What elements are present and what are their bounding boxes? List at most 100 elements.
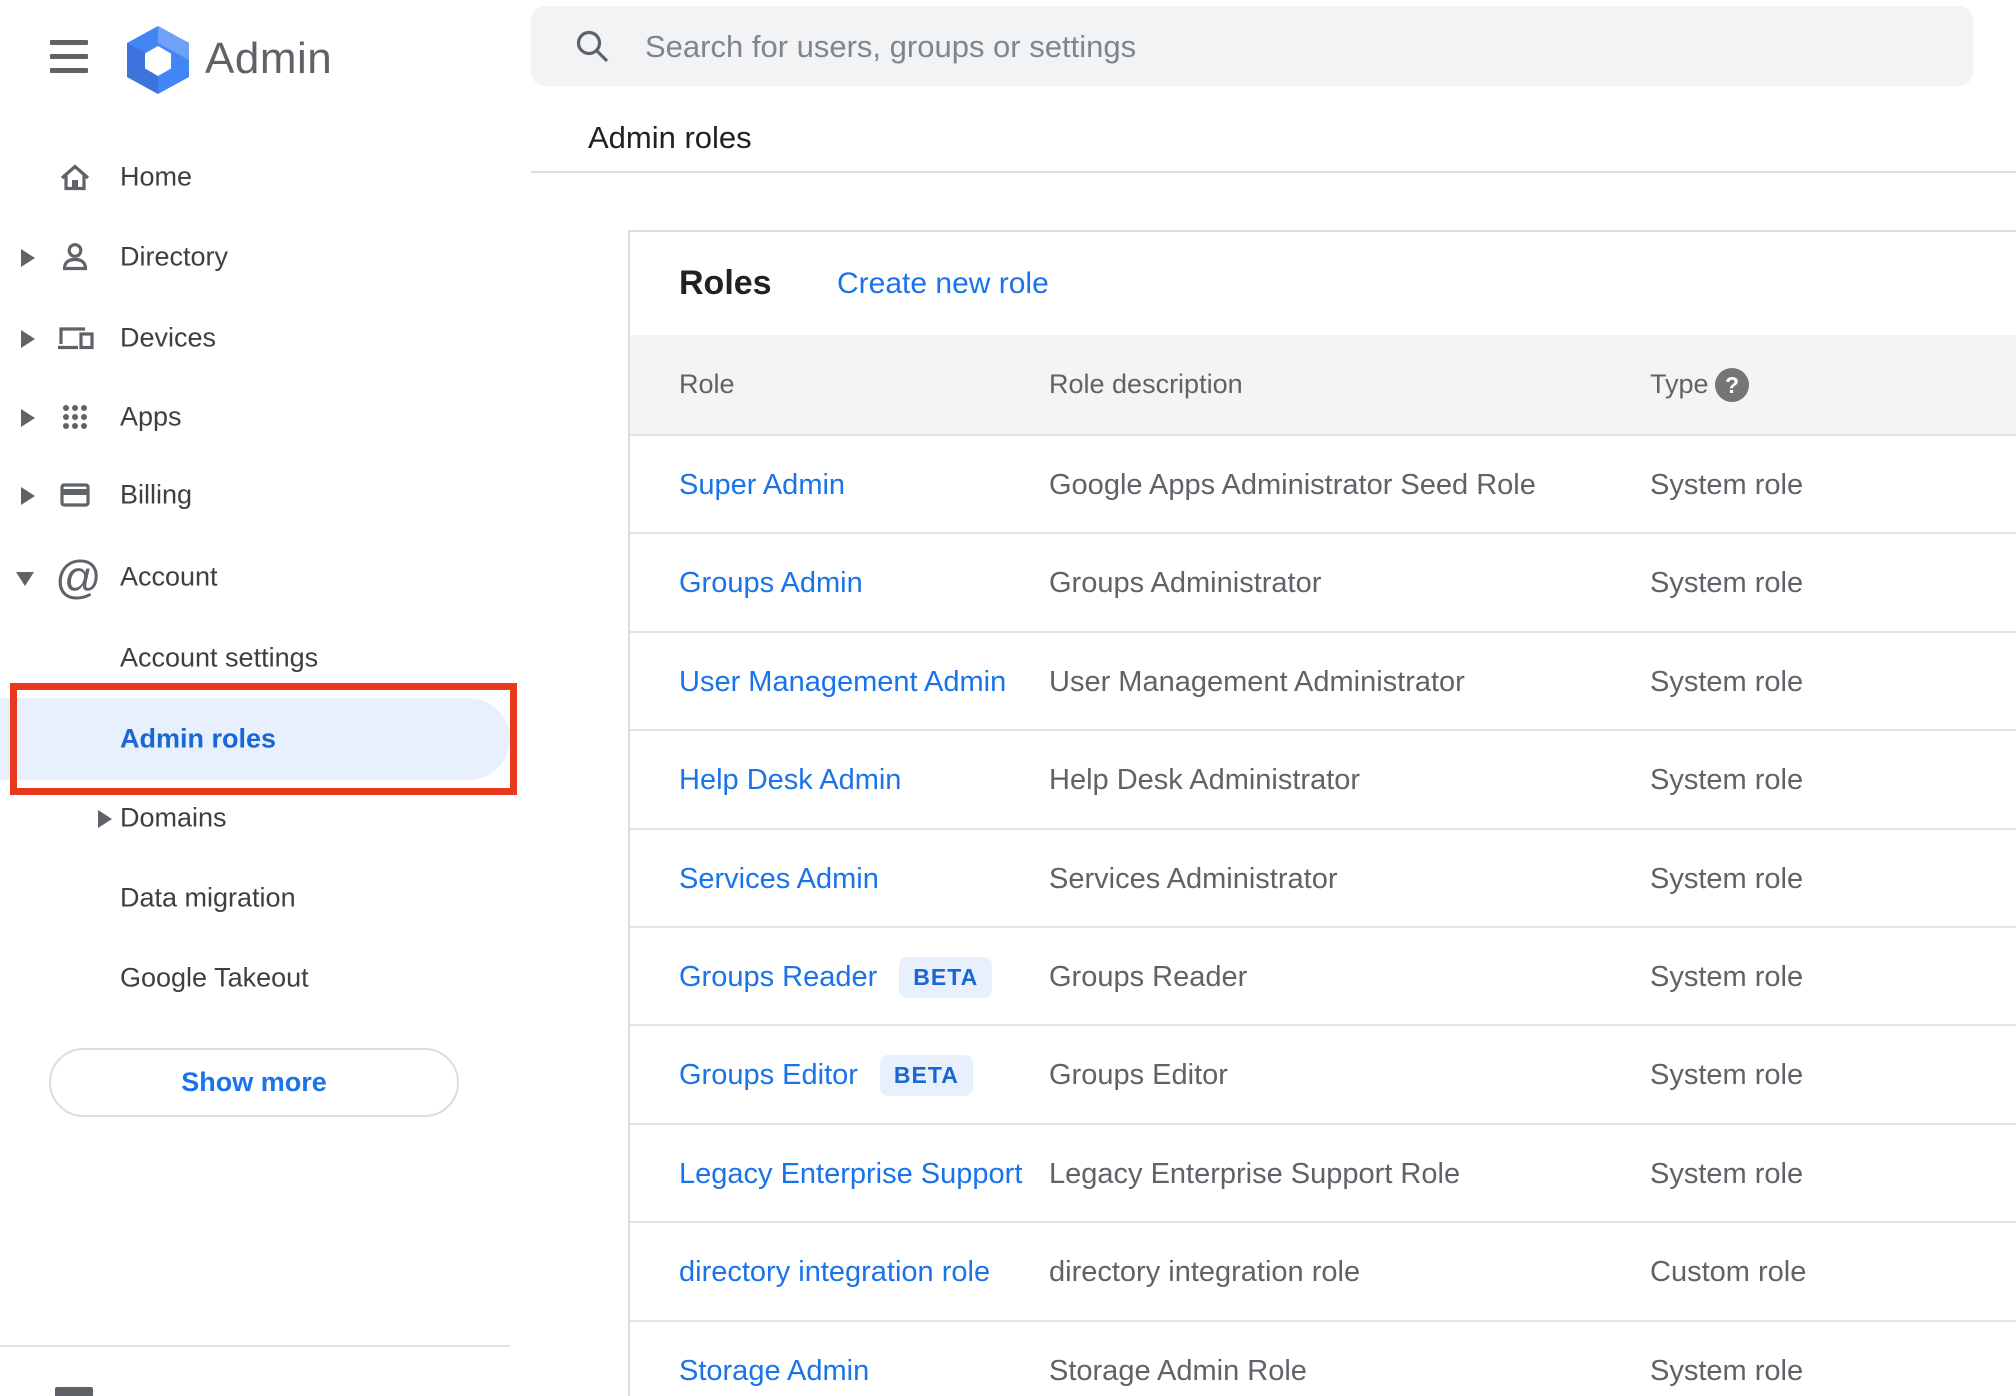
role-description: Google Apps Administrator Seed Role [1049, 468, 1536, 501]
beta-badge: BETA [879, 1054, 973, 1096]
chevron-right-icon [21, 487, 35, 505]
role-link[interactable]: Groups Editor [679, 1059, 858, 1092]
beta-badge: BETA [899, 956, 993, 998]
sidebar-item-label: Google Takeout [120, 962, 309, 993]
sidebar-item-billing[interactable]: Billing [0, 455, 514, 535]
role-cell: Groups Editor BETA [679, 1026, 973, 1124]
role-description: Groups Editor [1049, 1058, 1228, 1091]
table-row: Super Admin Google Apps Administrator Se… [630, 434, 2016, 534]
table-row: Storage Admin Storage Admin Role System … [630, 1320, 2016, 1396]
search-icon [576, 30, 609, 63]
role-description: Services Administrator [1049, 862, 1338, 895]
chevron-right-icon [21, 409, 35, 427]
sidebar-item-label: Account [120, 561, 218, 592]
role-link[interactable]: Super Admin [679, 469, 845, 502]
table-row: User Management Admin User Management Ad… [630, 631, 2016, 731]
role-link[interactable]: Legacy Enterprise Support [679, 1158, 1022, 1191]
column-header-role: Role [679, 369, 735, 399]
sidebar-item-label: Account settings [120, 642, 319, 673]
role-cell: Groups Reader BETA [679, 928, 993, 1026]
roles-card: Roles Create new role Role Role descript… [628, 230, 2016, 1396]
sidebar-item-directory[interactable]: Directory [0, 217, 514, 297]
role-link[interactable]: User Management Admin [679, 666, 1006, 699]
sidebar-item-label: Data migration [120, 882, 296, 913]
role-description: Groups Administrator [1049, 566, 1322, 599]
breadcrumb-divider [531, 171, 2016, 173]
column-header-description: Role description [1049, 369, 1243, 399]
table-row: Groups Editor BETA Groups Editor System … [630, 1024, 2016, 1124]
apps-grid-icon [63, 405, 87, 429]
role-link[interactable]: Groups Reader [679, 961, 877, 994]
chevron-right-icon [21, 330, 35, 348]
role-type: Custom role [1650, 1255, 1807, 1288]
role-description: Legacy Enterprise Support Role [1049, 1157, 1461, 1190]
role-link[interactable]: Storage Admin [679, 1355, 869, 1388]
chevron-right-icon [21, 249, 35, 267]
role-link[interactable]: Help Desk Admin [679, 764, 901, 797]
role-cell: Services Admin [679, 830, 879, 928]
sidebar-item-label: Admin roles [120, 723, 277, 754]
sidebar-item-label: Devices [120, 322, 217, 353]
table-row: directory integration role directory int… [630, 1221, 2016, 1321]
chevron-right-icon [98, 810, 112, 828]
chevron-down-icon [16, 572, 34, 586]
table-row: Help Desk Admin Help Desk Administrator … [630, 729, 2016, 829]
role-cell: User Management Admin [679, 633, 1006, 731]
role-description: User Management Administrator [1049, 665, 1465, 698]
role-cell: Super Admin [679, 436, 845, 534]
sidebar-item-google-takeout[interactable]: Google Takeout [0, 938, 514, 1018]
role-cell: Help Desk Admin [679, 731, 901, 829]
devices-icon [58, 327, 94, 350]
sidebar-item-account[interactable]: @ Account [0, 537, 514, 617]
sidebar-item-label: Apps [120, 401, 182, 432]
sidebar-item-label: Home [120, 161, 193, 192]
create-new-role-link[interactable]: Create new role [837, 232, 1049, 335]
role-type: System role [1650, 468, 1804, 501]
breadcrumb: Admin roles [588, 120, 752, 155]
role-link[interactable]: directory integration role [679, 1256, 990, 1289]
role-link[interactable]: Groups Admin [679, 567, 863, 600]
card-title: Roles [679, 264, 772, 302]
table-row: Groups Reader BETA Groups Reader System … [630, 926, 2016, 1026]
table-row: Legacy Enterprise Support Legacy Enterpr… [630, 1123, 2016, 1223]
search-input[interactable] [643, 6, 1927, 88]
person-icon [62, 243, 88, 271]
cut-off-icon [55, 1387, 93, 1396]
role-type: System role [1650, 566, 1804, 599]
sidebar-item-account-settings[interactable]: Account settings [0, 618, 514, 698]
credit-card-icon [60, 483, 90, 507]
at-sign-icon: @ [55, 551, 102, 603]
sidebar-item-label: Domains [120, 802, 227, 833]
sidebar-item-data-migration[interactable]: Data migration [0, 858, 514, 938]
sidebar-item-admin-roles[interactable]: Admin roles [0, 698, 510, 780]
role-description: Storage Admin Role [1049, 1354, 1307, 1387]
role-description: directory integration role [1049, 1255, 1361, 1288]
admin-logo-icon [127, 26, 189, 94]
table-row: Services Admin Services Administrator Sy… [630, 828, 2016, 928]
role-type: System role [1650, 1157, 1804, 1190]
role-cell: Storage Admin [679, 1322, 869, 1396]
column-header-type: Type [1650, 369, 1709, 399]
table-header: Role Role description Type ? [630, 335, 2016, 434]
role-description: Groups Reader [1049, 960, 1248, 993]
sidebar-item-domains[interactable]: Domains [0, 778, 514, 858]
sidebar-item-devices[interactable]: Devices [0, 298, 514, 378]
search-bar[interactable] [531, 6, 1973, 88]
role-type: System role [1650, 960, 1804, 993]
sidebar-item-label: Billing [120, 479, 193, 510]
sidebar-item-label: Directory [120, 241, 229, 272]
sidebar-item-home[interactable]: Home [0, 137, 514, 217]
role-link[interactable]: Services Admin [679, 863, 879, 896]
help-icon[interactable]: ? [1715, 368, 1749, 402]
home-icon [60, 164, 90, 191]
show-more-button[interactable]: Show more [49, 1048, 459, 1117]
role-cell: Groups Admin [679, 534, 863, 632]
role-description: Help Desk Administrator [1049, 763, 1361, 796]
role-type: System role [1650, 1354, 1804, 1387]
card-title-row: Roles Create new role [630, 232, 2016, 335]
role-type: System role [1650, 763, 1804, 796]
role-type: System role [1650, 665, 1804, 698]
hamburger-menu-icon[interactable] [50, 40, 88, 73]
sidebar-item-apps[interactable]: Apps [0, 377, 514, 457]
role-type: System role [1650, 862, 1804, 895]
